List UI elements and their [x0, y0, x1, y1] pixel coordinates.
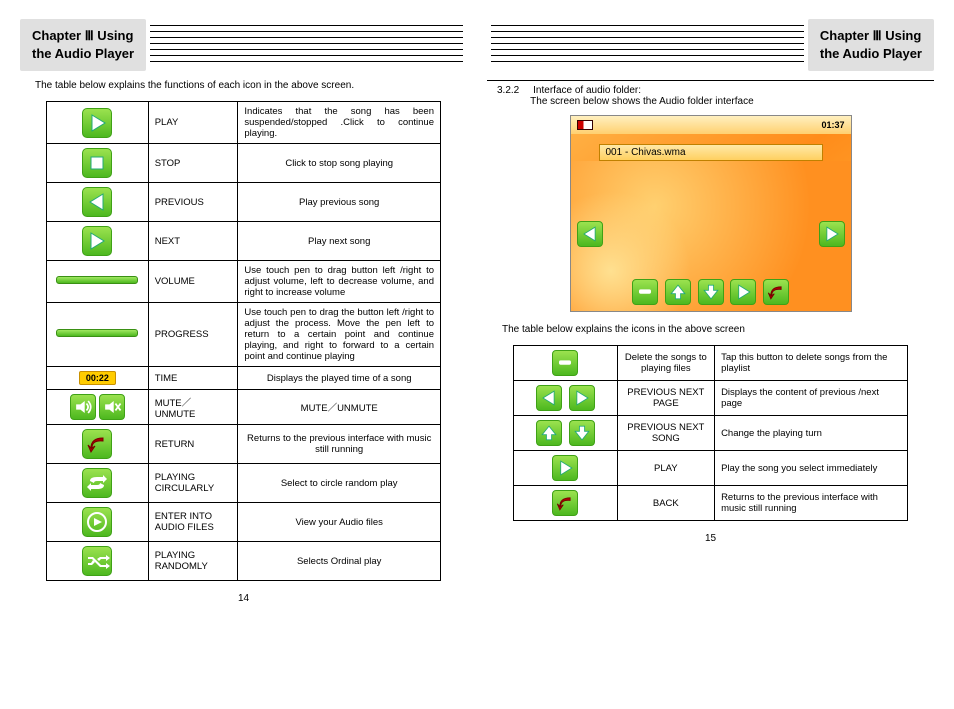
table-row: VOLUME Use touch pen to drag button left…: [47, 261, 441, 303]
table-row: NEXT Play next song: [47, 222, 441, 261]
table-row: PLAYING CIRCULARLY Select to circle rand…: [47, 464, 441, 503]
folder-icon-table: Delete the songs to playing files Tap th…: [513, 345, 908, 521]
play-button[interactable]: [730, 279, 756, 305]
right-intro: The table below explains the icons in th…: [502, 324, 934, 335]
folder-topbar: 01:37: [571, 116, 851, 134]
section-number: 3.2.2: [497, 85, 519, 96]
table-row: Delete the songs to playing files Tap th…: [514, 346, 908, 381]
next-page-button[interactable]: [819, 221, 845, 247]
play-icon: [82, 108, 112, 138]
header-rules: [491, 25, 804, 65]
unmute-icon: [70, 394, 96, 420]
mute-icon: [99, 394, 125, 420]
file-entry[interactable]: 001 - Chivas.wma: [599, 144, 823, 161]
delete-button[interactable]: [632, 279, 658, 305]
table-row: PREVIOUS NEXT SONG Change the playing tu…: [514, 416, 908, 451]
next-song-button[interactable]: [698, 279, 724, 305]
prev-page-icon: [536, 385, 562, 411]
table-row: PLAYING RANDOMLY Selects Ordinal play: [47, 542, 441, 581]
audio-folder-interface: 01:37 001 - Chivas.wma: [570, 115, 852, 312]
prev-song-button[interactable]: [665, 279, 691, 305]
table-row: PLAY Indicates that the song has been su…: [47, 102, 441, 144]
table-row: RETURN Returns to the previous interface…: [47, 425, 441, 464]
left-intro: The table below explains the functions o…: [35, 80, 467, 91]
shuffle-icon: [82, 546, 112, 576]
table-row: STOP Click to stop song playing: [47, 144, 441, 183]
progress-bar-icon: [56, 329, 138, 337]
battery-icon: [577, 120, 593, 130]
prev-song-icon: [536, 420, 562, 446]
play-icon: [552, 455, 578, 481]
next-icon: [82, 226, 112, 256]
table-row: PREVIOUS NEXT PAGE Displays the content …: [514, 381, 908, 416]
folder-toolbar: [571, 279, 851, 305]
section-heading: 3.2.2 Interface of audio folder: The scr…: [497, 85, 934, 107]
next-page-icon: [569, 385, 595, 411]
loop-icon: [82, 468, 112, 498]
back-icon: [552, 490, 578, 516]
table-row: ENTER INTO AUDIO FILES View your Audio f…: [47, 503, 441, 542]
icon-function-table: PLAY Indicates that the song has been su…: [46, 101, 441, 581]
page-number: 15: [487, 533, 934, 544]
page-15: Chapter Ⅲ Using the Audio Player 3.2.2 I…: [487, 20, 934, 604]
stop-icon: [82, 148, 112, 178]
page-14: Chapter Ⅲ Using the Audio Player The tab…: [20, 20, 467, 604]
table-row: MUTE／UNMUTE MUTE／UNMUTE: [47, 390, 441, 425]
folder-body: [571, 161, 851, 311]
chapter-header: Chapter Ⅲ Using the Audio Player: [487, 20, 934, 70]
chapter-title: Chapter Ⅲ Using the Audio Player: [20, 19, 146, 71]
volume-bar-icon: [56, 276, 138, 284]
table-row: PLAY Play the song you select immediatel…: [514, 451, 908, 486]
chapter-header: Chapter Ⅲ Using the Audio Player: [20, 20, 467, 70]
table-row: PROGRESS Use touch pen to drag the butto…: [47, 303, 441, 367]
table-row: BACK Returns to the previous interface w…: [514, 486, 908, 521]
return-icon: [82, 429, 112, 459]
page-number: 14: [20, 593, 467, 604]
section-title: Interface of audio folder:: [533, 85, 641, 96]
table-row: PREVIOUS Play previous song: [47, 183, 441, 222]
table-row: 00:22 TIME Displays the played time of a…: [47, 367, 441, 390]
back-button[interactable]: [763, 279, 789, 305]
chapter-title: Chapter Ⅲ Using the Audio Player: [808, 19, 934, 71]
previous-icon: [82, 187, 112, 217]
next-song-icon: [569, 420, 595, 446]
divider: [487, 80, 934, 81]
prev-page-button[interactable]: [577, 221, 603, 247]
audio-files-icon: [82, 507, 112, 537]
header-rules: [150, 25, 463, 65]
time-chip-icon: 00:22: [79, 371, 116, 385]
section-subtitle: The screen below shows the Audio folder …: [530, 96, 753, 107]
clock-label: 01:37: [821, 120, 844, 130]
delete-icon: [552, 350, 578, 376]
